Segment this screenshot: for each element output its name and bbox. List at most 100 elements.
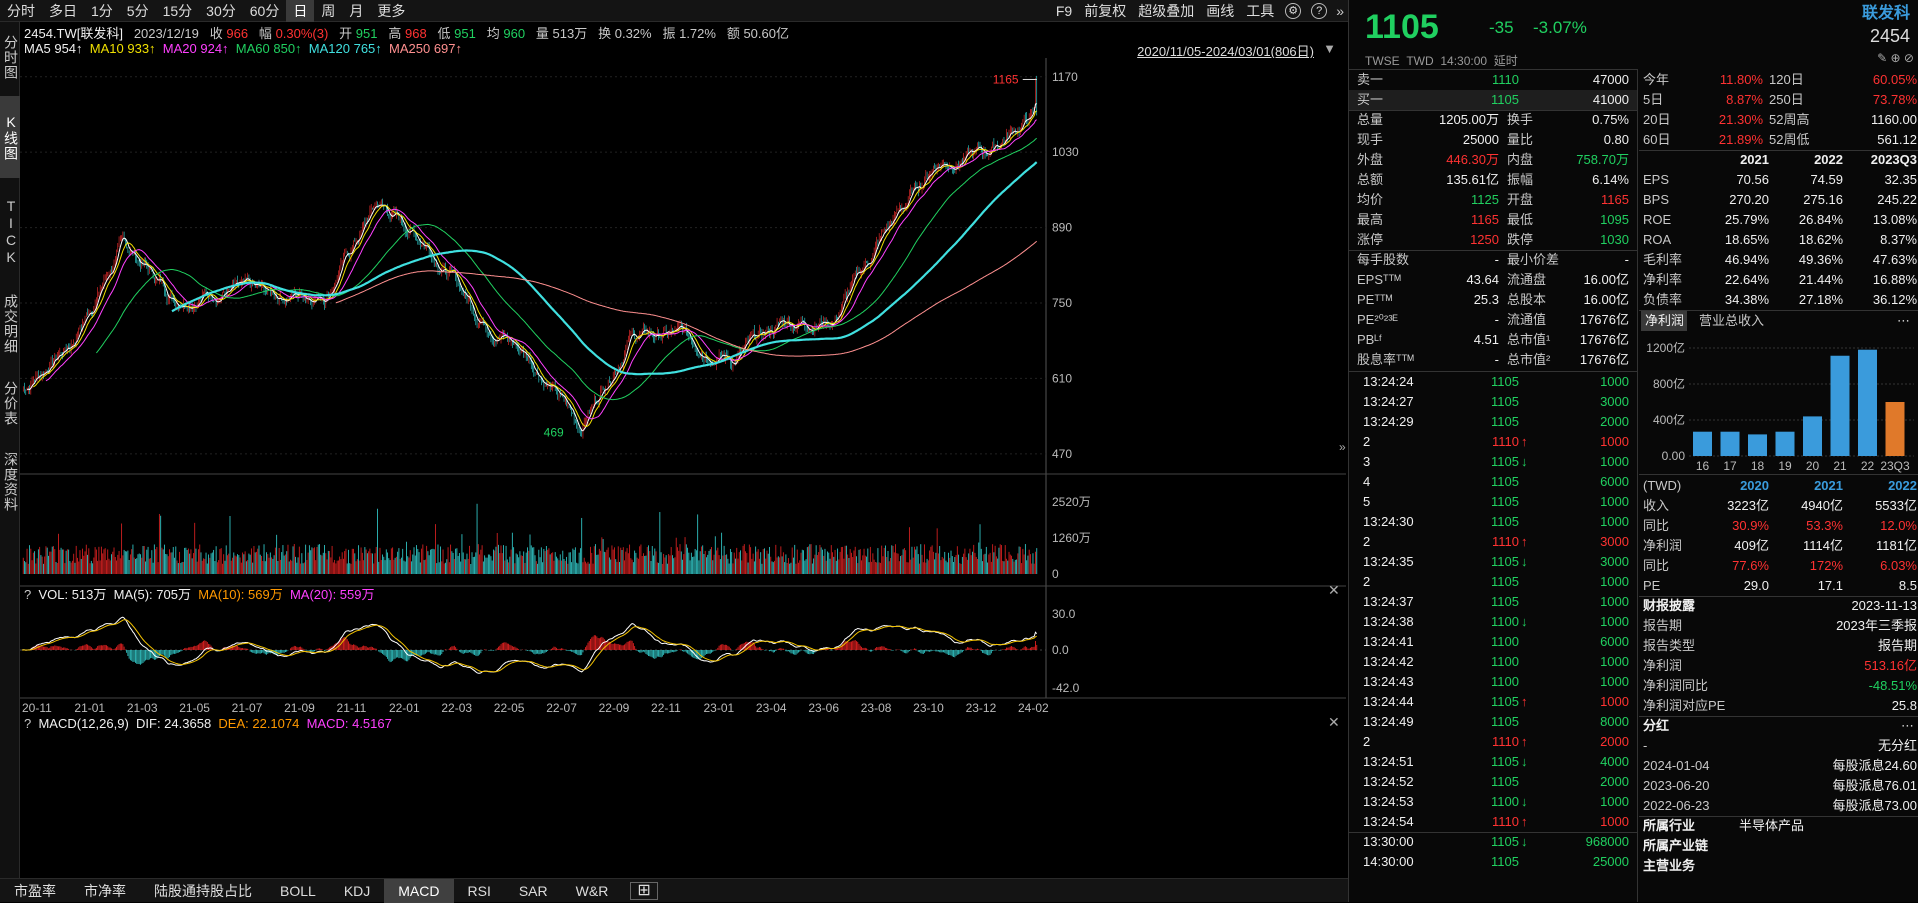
period-tab[interactable]: 15分 [156, 0, 200, 22]
vol-label: 量 [535, 26, 549, 41]
bar-tab-revenue[interactable]: 营业总收入 [1699, 311, 1779, 331]
stat-value: 1125 [1471, 192, 1499, 207]
tool-button[interactable]: 前复权 [1078, 0, 1132, 22]
annual-label: 同比 [1643, 518, 1670, 533]
period-tab[interactable]: 60分 [243, 0, 287, 22]
macd-close-icon[interactable]: ✕ [1328, 714, 1340, 731]
tool-button[interactable]: 超级叠加 [1132, 0, 1200, 22]
turn-value: 0.32% [614, 26, 652, 41]
period-tab[interactable]: 5分 [120, 0, 156, 22]
period-tab[interactable]: 1分 [84, 0, 120, 22]
period-tab[interactable]: 月 [342, 0, 370, 22]
macd-help-icon[interactable]: ? [24, 716, 31, 731]
open-value: 951 [355, 26, 378, 41]
tool-button[interactable]: 工具 [1240, 0, 1280, 22]
disclosure-label: 报告类型 [1643, 638, 1696, 653]
bar-x-label: 21 [1833, 459, 1847, 473]
fin-value: 25.79% [1724, 212, 1769, 227]
period-tab[interactable]: 分时 [0, 0, 42, 22]
stat-value: 25.3 [1473, 292, 1499, 307]
price-axis-label: 750 [1052, 296, 1072, 310]
macd-legend: ? MACD(12,26,9) DIF: 24.3658 DEA: 22.107… [24, 716, 392, 731]
side-tab-depth[interactable]: 深度资料 [0, 442, 20, 522]
date-axis-label: 23-08 [861, 701, 892, 715]
bar-x-label: 19 [1778, 459, 1792, 473]
collapse-icon[interactable]: » [1339, 440, 1346, 454]
side-tab-trades[interactable]: 成交明细 [0, 284, 20, 364]
indicator-tab[interactable]: 市盈率 [0, 879, 70, 903]
turn-label: 换 [598, 26, 612, 41]
annual-label: 净利润 [1643, 538, 1683, 553]
side-tab-tick[interactable]: TICK [0, 188, 20, 276]
panel-tool-icons[interactable]: ✎ ⊕ ⊘ [1877, 48, 1914, 68]
date-axis-label: 22-09 [599, 701, 630, 715]
expand-icon[interactable]: » [1336, 3, 1344, 19]
stat-label: PEᵀᵀᴹ [1357, 292, 1393, 307]
date-axis-label: 22-01 [389, 701, 420, 715]
stat-value: - [1494, 352, 1499, 367]
tick-price: 1105 [1491, 554, 1519, 569]
indicator-tab[interactable]: KDJ [330, 879, 384, 903]
annual-value: 3223亿 [1727, 498, 1769, 513]
tool-button[interactable]: 画线 [1200, 0, 1240, 22]
period-tab[interactable]: 日 [286, 0, 315, 22]
period-tab[interactable]: 30分 [199, 0, 243, 22]
side-tab-timeshare[interactable]: 分时图 [0, 26, 20, 88]
tick-price: 1105 [1491, 414, 1519, 429]
indicator-tab[interactable]: 陆股通持股占比 [140, 879, 266, 903]
tick-volume: 3000 [1600, 394, 1629, 409]
side-tab-price-table[interactable]: 分价表 [0, 372, 20, 434]
tick-direction-icon: ↑ [1521, 694, 1528, 709]
range-dropdown-icon[interactable]: ▼ [1323, 41, 1336, 56]
bar-tab-net-profit[interactable]: 净利润 [1645, 311, 1689, 331]
indicator-tab[interactable]: SAR [505, 879, 562, 903]
side-tab-kline[interactable]: K线图 [0, 96, 20, 178]
settings-icon[interactable]: ⚙ [1285, 2, 1302, 19]
vol-ma10-legend: MA(10): 569万 [198, 587, 283, 602]
tick-price: 1105 [1491, 694, 1519, 709]
help-icon[interactable]: ? [1311, 2, 1328, 19]
amp-label: 振 [662, 26, 676, 41]
disclosure-date: 2023-11-13 [1851, 598, 1917, 613]
add-indicator-icon[interactable]: ⊞ [630, 881, 658, 900]
vol-close-icon[interactable]: ✕ [1328, 582, 1340, 599]
tick-price: 1105 [1491, 394, 1519, 409]
indicator-tab[interactable]: BOLL [266, 879, 330, 903]
perf-label: 52周高 [1769, 112, 1810, 127]
fin-value: 270.20 [1729, 192, 1769, 207]
indicator-tab[interactable]: RSI [454, 879, 505, 903]
indicator-tab[interactable]: 市净率 [70, 879, 140, 903]
stat-value: 135.61亿 [1446, 172, 1499, 187]
vol-value: 513万 [552, 26, 588, 41]
indicator-tab[interactable]: MACD [384, 878, 454, 903]
macd-axis-label: 30.0 [1052, 607, 1076, 621]
industry-value [1739, 836, 1859, 856]
date-axis-label: 23-01 [703, 701, 734, 715]
tick-direction-icon: ↓ [1521, 554, 1528, 569]
tick-price: 1105 [1491, 574, 1519, 589]
stat-value: 17676亿 [1579, 352, 1629, 367]
tick-direction-icon: ↓ [1521, 454, 1528, 469]
tick-price: 1105 [1491, 834, 1519, 849]
tick-direction-icon: ↑ [1521, 734, 1528, 749]
tick-price: 1105 [1491, 474, 1519, 489]
kline-chart[interactable]: 1170 1030 890 750 610 470 1165 469 2520万 1260万 0 30… [20, 58, 1346, 878]
annual-value: 12.0% [1880, 518, 1917, 533]
price-change: -35 [1489, 18, 1514, 37]
industry-label: 主营业务 [1643, 858, 1696, 873]
stat-value: 1095 [1600, 212, 1629, 227]
indicator-tab[interactable]: W&R [562, 879, 623, 903]
vol-help-icon[interactable]: ? [24, 587, 31, 602]
open-label: 开 [339, 26, 353, 41]
stat-label: 外盘 [1357, 152, 1384, 167]
period-tab[interactable]: 更多 [370, 0, 412, 22]
stat-value: 1205.00万 [1439, 112, 1499, 127]
bar-x-label: 16 [1696, 459, 1710, 473]
annual-value: 172% [1809, 558, 1843, 573]
perf-value: 8.87% [1726, 92, 1763, 107]
high-mark: 1165 [993, 72, 1019, 86]
period-tab[interactable]: 多日 [42, 0, 84, 22]
period-tab[interactable]: 周 [314, 0, 342, 22]
tick-price: 1100 [1491, 674, 1519, 689]
tool-button[interactable]: F9 [1050, 0, 1078, 22]
